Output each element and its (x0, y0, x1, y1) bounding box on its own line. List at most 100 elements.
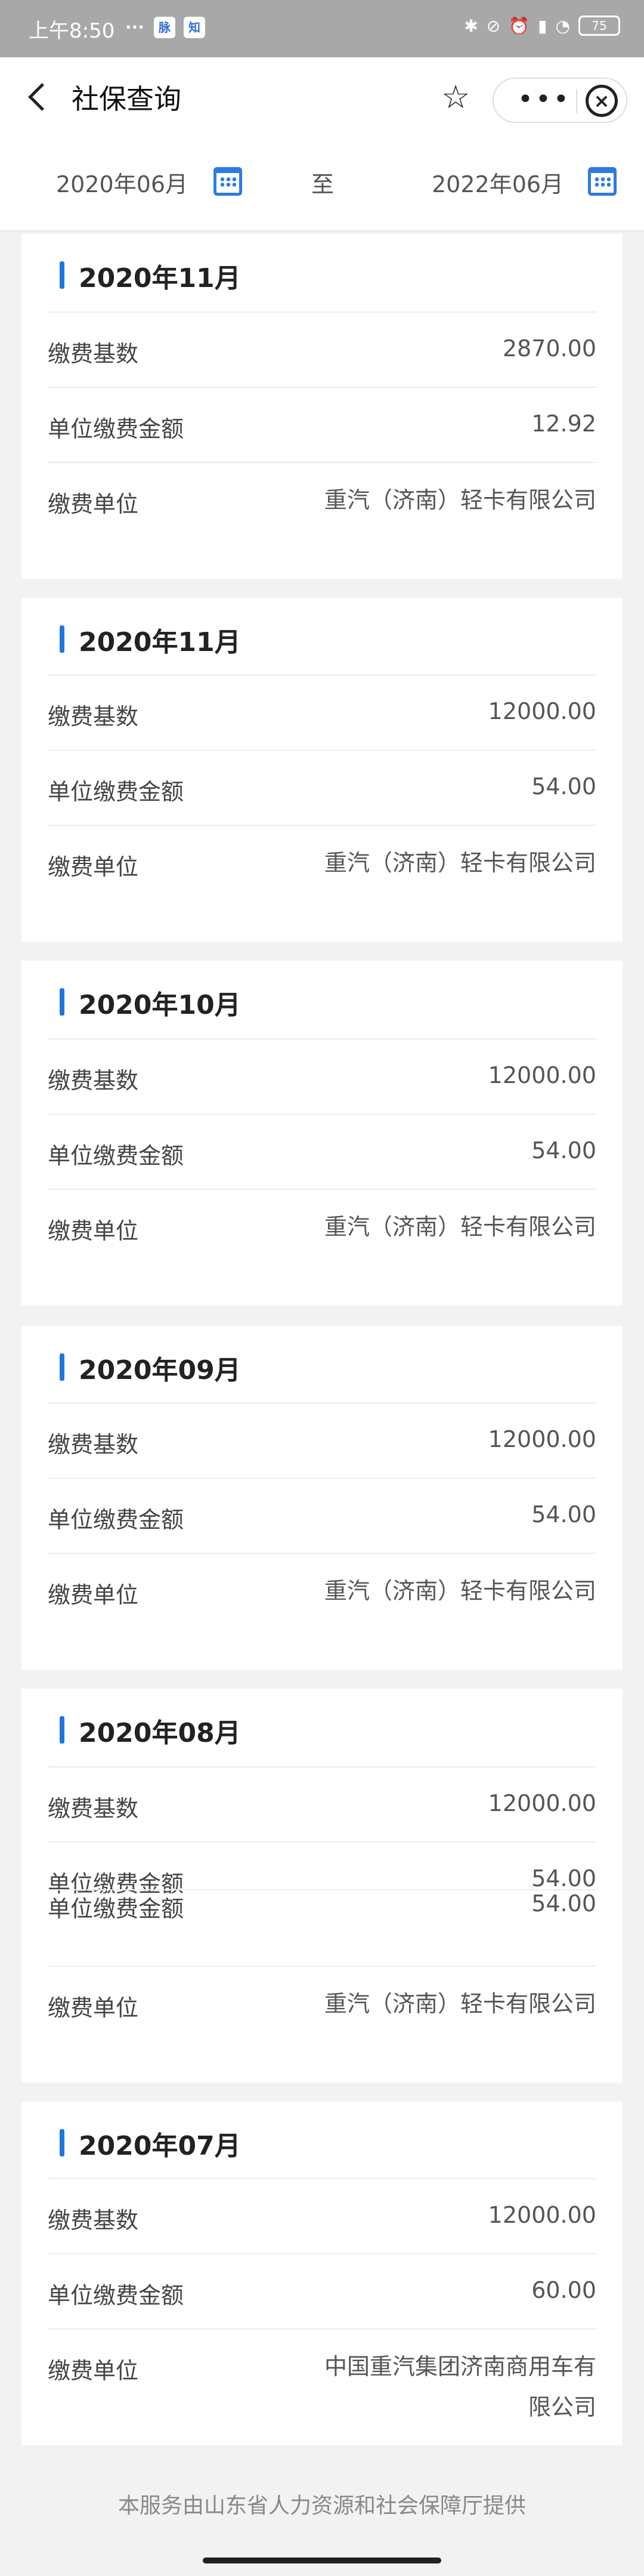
date-range-separator: 至 (311, 171, 335, 198)
signal-icon: ▮ (538, 16, 547, 36)
row-value: 重汽（济南）轻卡有限公司 (324, 1214, 596, 1240)
row-label: 缴费单位 (48, 2358, 139, 2384)
row-value: 12.92 (531, 411, 596, 437)
row-label: 单位缴费金额 (48, 1507, 184, 1533)
row-value: 54.00 (531, 1137, 596, 1164)
row-value: 12000.00 (488, 2202, 596, 2228)
record-card: 2020年11月 缴费基数 2870.00 单位缴费金额 12.92 缴费单位 … (21, 234, 623, 579)
row-label: 单位缴费金额 (48, 1896, 184, 1922)
record-row: 单位缴费金额 60.00 (48, 2253, 596, 2328)
row-label: 缴费基数 (48, 1796, 139, 1822)
record-row: 缴费基数 12000.00 (48, 1766, 596, 1841)
row-value: 重汽（济南）轻卡有限公司 (324, 1991, 596, 2017)
row-value: 重汽（济南）轻卡有限公司 (324, 850, 596, 876)
record-card: 2020年07月 缴费基数 12000.00 单位缴费金额 60.00 缴费单位… (21, 2102, 623, 2445)
row-label: 缴费基数 (48, 1432, 139, 1458)
accent-bar (60, 261, 64, 289)
record-row: 缴费基数 12000.00 (48, 674, 596, 749)
row-label: 缴费基数 (48, 2207, 139, 2233)
record-row: 缴费单位 重汽（济南）轻卡有限公司 (48, 462, 596, 579)
record-month: 2020年11月 (79, 263, 241, 294)
row-label: 缴费单位 (48, 491, 139, 517)
record-row: 缴费单位 重汽（济南）轻卡有限公司 (48, 1189, 596, 1306)
row-label: 缴费单位 (48, 1582, 139, 1608)
row-label: 缴费基数 (48, 341, 139, 367)
home-indicator[interactable] (203, 2558, 441, 2563)
row-value: 重汽（济南）轻卡有限公司 (324, 1578, 596, 1604)
star-icon[interactable]: ☆ (441, 81, 470, 113)
record-row: 缴费单位 中国重汽集团济南商用车有限公司 (48, 2328, 596, 2445)
row-value: 54.00 (531, 1865, 596, 1892)
record-row: 缴费基数 2870.00 (48, 311, 596, 387)
row-value: 60.00 (531, 2277, 596, 2303)
record-card: 2020年10月 缴费基数 12000.00 单位缴费金额 54.00 缴费单位… (21, 961, 623, 1306)
date-range-bar: 2020年06月 至 2022年06月 (0, 136, 644, 232)
record-header: 2020年11月 (21, 598, 623, 675)
record-row: 单位缴费金额 54.00 (48, 1841, 596, 1897)
record-card: 2020年09月 缴费基数 12000.00 单位缴费金额 54.00 缴费单位… (21, 1326, 623, 1670)
wifi-icon: ◔ (555, 16, 570, 36)
record-header: 2020年09月 (21, 1326, 623, 1403)
record-row: 缴费单位 重汽（济南）轻卡有限公司 (48, 1553, 596, 1670)
record-header: 2020年11月 (21, 234, 623, 311)
status-system-icons: ✱ ⊘ ⏰ ▮ ◔ 75 (464, 16, 620, 36)
record-month: 2020年09月 (79, 1355, 241, 1386)
status-notification-icons: ··· 脉 知 (124, 17, 205, 38)
accent-bar (60, 1716, 64, 1744)
row-label: 缴费单位 (48, 1218, 139, 1244)
row-value: 2870.00 (502, 335, 596, 362)
nav-bar: 社保查询 ☆ ••• × (0, 57, 644, 136)
record-month: 2020年11月 (79, 627, 241, 658)
row-value: 54.00 (531, 773, 596, 800)
msg-icon: ··· (125, 17, 144, 37)
record-month: 2020年07月 (79, 2131, 241, 2161)
record-card: 2020年11月 缴费基数 12000.00 单位缴费金额 54.00 缴费单位… (21, 598, 623, 942)
mai-icon: 脉 (154, 17, 175, 38)
row-label: 缴费基数 (48, 1068, 139, 1094)
status-bar: 上午8:50 ··· 脉 知 ✱ ⊘ ⏰ ▮ ◔ 75 (0, 0, 644, 57)
alarm-icon: ⏰ (509, 16, 530, 36)
battery-icon: 75 (578, 16, 620, 36)
row-label: 缴费单位 (48, 1995, 139, 2021)
record-row: 缴费基数 12000.00 (48, 1038, 596, 1113)
calendar-icon[interactable] (213, 167, 242, 196)
zhi-icon: 知 (184, 17, 205, 38)
record-card: 2020年08月 缴费基数 12000.00 单位缴费金额 54.00 单位缴费… (21, 1689, 623, 2083)
row-value: 12000.00 (488, 1062, 596, 1088)
record-header: 2020年10月 (21, 961, 623, 1038)
record-month: 2020年10月 (79, 990, 241, 1020)
back-icon[interactable] (21, 80, 55, 113)
record-month: 2020年08月 (79, 1718, 241, 1748)
accent-bar (60, 625, 64, 653)
end-date[interactable]: 2022年06月 (432, 166, 564, 199)
accent-bar (60, 2129, 64, 2157)
row-value: 54.00 (531, 1501, 596, 1528)
record-row: 单位缴费金额 54.00 (48, 749, 596, 825)
more-icon[interactable]: ••• (518, 85, 571, 115)
row-label: 单位缴费金额 (48, 416, 184, 442)
record-row: 单位缴费金额 54.00 (48, 1889, 596, 1966)
record-header: 2020年07月 (21, 2102, 623, 2179)
record-row: 缴费单位 重汽（济南）轻卡有限公司 (48, 825, 596, 942)
record-row: 单位缴费金额 12.92 (48, 387, 596, 462)
close-icon[interactable]: × (586, 85, 618, 117)
row-value: 54.00 (531, 1890, 596, 1917)
row-value: 12000.00 (488, 1426, 596, 1452)
accent-bar (60, 1353, 64, 1381)
row-value: 12000.00 (488, 698, 596, 724)
record-row: 单位缴费金额 54.00 (48, 1113, 596, 1189)
row-value: 12000.00 (488, 1790, 596, 1816)
calendar-icon[interactable] (588, 167, 617, 196)
capsule-divider (576, 90, 577, 113)
row-label: 单位缴费金额 (48, 1143, 184, 1169)
row-label: 缴费单位 (48, 854, 139, 880)
page-title: 社保查询 (72, 83, 181, 115)
row-value: 中国重汽集团济南商用车有限公司 (324, 2353, 596, 2420)
row-label: 单位缴费金额 (48, 2282, 184, 2309)
record-header: 2020年08月 (21, 1689, 623, 1766)
row-label: 单位缴费金额 (48, 779, 184, 805)
start-date[interactable]: 2020年06月 (56, 166, 188, 199)
mini-program-capsule: ••• × (493, 78, 627, 123)
row-value: 重汽（济南）轻卡有限公司 (324, 487, 596, 513)
row-label: 缴费基数 (48, 704, 139, 730)
